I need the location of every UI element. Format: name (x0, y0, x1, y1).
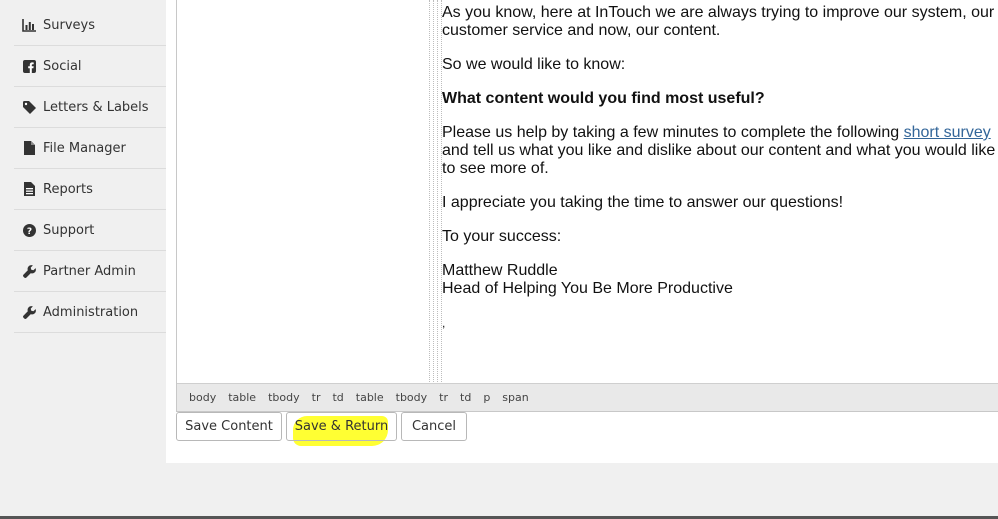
sidebar-item-label: Administration (43, 304, 139, 320)
sidebar-item-file-manager[interactable]: File Manager (14, 128, 166, 169)
short-survey-link[interactable]: short survey (904, 124, 991, 141)
sidebar-item-letters-labels[interactable]: Letters & Labels (14, 87, 166, 128)
sidebar-item-administration[interactable]: Administration (14, 292, 166, 333)
path-item[interactable]: tbody (396, 391, 428, 404)
email-paragraph: I appreciate you taking the time to answ… (442, 194, 844, 211)
signature-name: Matthew Ruddle (442, 262, 558, 279)
sidebar-item-label: Support (43, 222, 95, 238)
sidebar-item-social[interactable]: Social (14, 46, 166, 87)
email-text: Please us help by taking a few minutes t… (442, 124, 904, 141)
email-paragraph: Please us help by taking a few minutes t… (442, 124, 998, 178)
sidebar-item-label: Letters & Labels (43, 99, 149, 115)
file-icon (22, 141, 36, 155)
sidebar-item-support[interactable]: ? Support (14, 210, 166, 251)
email-paragraph: To your success: (442, 228, 562, 245)
sidebar: Surveys Social Letters & Labels File Man… (0, 0, 166, 519)
path-item[interactable]: table (356, 391, 384, 404)
path-item[interactable]: td (332, 391, 343, 404)
sidebar-item-label: File Manager (43, 140, 126, 156)
path-item[interactable]: body (189, 391, 216, 404)
sidebar-item-label: Social (43, 58, 82, 74)
email-paragraph: As you know, here at InTouch we are alwa… (442, 4, 995, 39)
path-item[interactable]: tbody (268, 391, 300, 404)
element-path-bar: body table tbody tr td table tbody tr td… (177, 383, 998, 411)
email-text: and tell us what you like and dislike ab… (442, 142, 996, 177)
question-circle-icon: ? (22, 223, 36, 237)
sidebar-item-surveys[interactable]: Surveys (14, 5, 166, 46)
sidebar-item-reports[interactable]: Reports (14, 169, 166, 210)
path-item[interactable]: span (502, 391, 528, 404)
save-return-button[interactable]: Save & Return (286, 412, 397, 441)
path-item[interactable]: p (483, 391, 490, 404)
email-body[interactable]: As you know, here at InTouch we are alwa… (442, 4, 998, 332)
path-item[interactable]: tr (312, 391, 321, 404)
path-item[interactable]: tr (439, 391, 448, 404)
facebook-icon (22, 59, 36, 73)
sidebar-item-label: Surveys (43, 17, 95, 33)
svg-text:?: ? (26, 227, 31, 237)
tag-icon (22, 100, 36, 114)
email-paragraph: So we would like to know: (442, 56, 626, 73)
email-heading: What content would you find most useful? (442, 90, 765, 107)
trailing-comma: , (442, 316, 446, 330)
sidebar-item-label: Partner Admin (43, 263, 136, 279)
bar-chart-icon (22, 18, 36, 32)
wrench-icon (22, 305, 36, 319)
path-item[interactable]: td (460, 391, 471, 404)
path-item[interactable]: table (228, 391, 256, 404)
report-icon (22, 182, 36, 196)
wrench-icon (22, 264, 36, 278)
save-content-button[interactable]: Save Content (176, 412, 282, 441)
sidebar-item-label: Reports (43, 181, 93, 197)
signature-title: Head of Helping You Be More Productive (442, 280, 733, 297)
cancel-button[interactable]: Cancel (401, 412, 467, 441)
sidebar-item-partner-admin[interactable]: Partner Admin (14, 251, 166, 292)
